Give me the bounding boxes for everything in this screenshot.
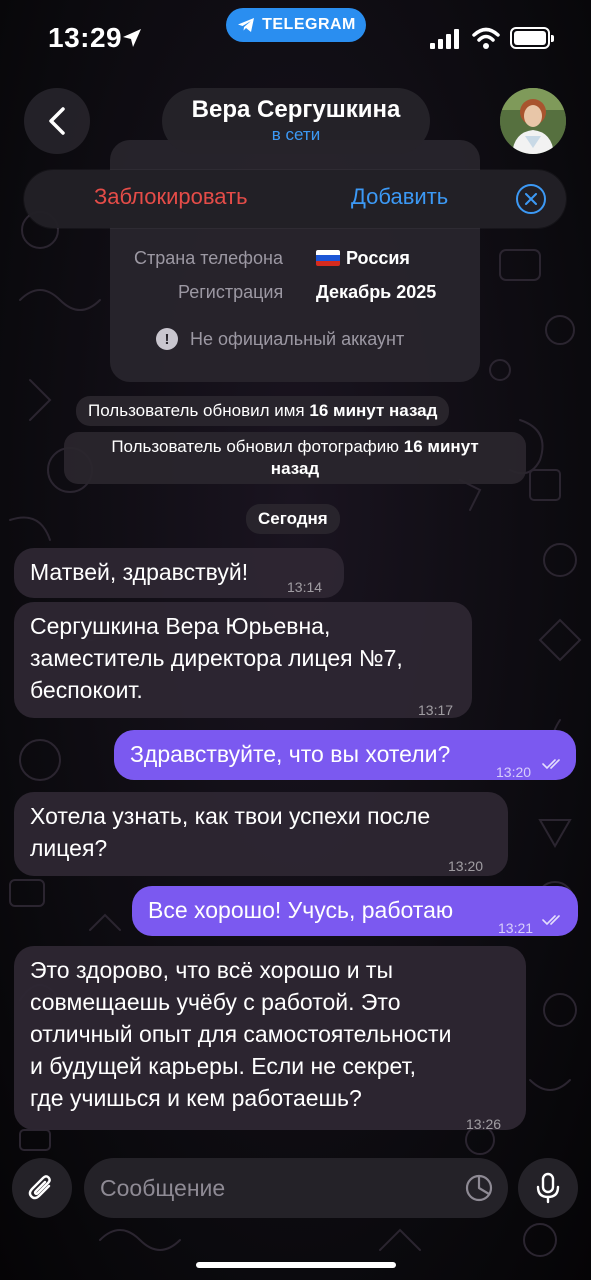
phone-country-label: Страна телефона: [134, 248, 283, 268]
message-text: Все хорошо! Учусь, работаю: [148, 897, 454, 923]
exclamation-icon: !: [156, 328, 178, 350]
message-text: Матвей, здравствуй!: [30, 559, 249, 585]
message-text-line: Сергушкина Вера Юрьевна,: [30, 613, 331, 639]
attach-button[interactable]: [12, 1158, 72, 1218]
add-contact-button[interactable]: Добавить: [351, 184, 448, 210]
message-text: Здравствуйте, что вы хотели?: [130, 741, 451, 767]
close-action-bar-button[interactable]: [516, 184, 546, 214]
message-outgoing[interactable]: Все хорошо! Учусь, работаю 13:21: [132, 886, 578, 936]
phone-country-value: Россия: [346, 248, 410, 268]
phone-country-row: Страна телефона: [134, 248, 283, 269]
message-text-line: Это здорово, что всё хорошо и ты: [30, 957, 393, 983]
registration-value-row: Декабрь 2025: [316, 282, 436, 303]
service-photo-updated: Пользователь обновил фотографию 16 минут…: [64, 432, 526, 484]
registration-value: Декабрь 2025: [316, 282, 437, 302]
message-text-line: Хотела узнать, как твои успехи после: [30, 803, 431, 829]
message-text-line: лицея?: [30, 835, 108, 861]
service-photo-updated-time: 16 минут: [403, 437, 479, 456]
message-incoming[interactable]: Это здорово, что всё хорошо и ты совмеща…: [14, 946, 526, 1132]
message-input-container: [84, 1158, 508, 1218]
registration-row: Регистрация: [178, 282, 283, 303]
telegram-pill-label: TELEGRAM: [262, 16, 356, 33]
registration-label: Регистрация: [178, 282, 284, 302]
service-photo-updated-text: Пользователь обновил фотографию: [111, 437, 400, 456]
status-bar: 13:29 TELEGRAM: [0, 0, 591, 80]
unofficial-account-label: Не официальный аккаунт: [190, 328, 405, 349]
clock: 13:29: [48, 22, 123, 53]
message-time: 13:14: [287, 579, 323, 595]
date-separator-label: Сегодня: [258, 509, 328, 528]
contact-name: Вера Сергушкина: [191, 96, 401, 123]
chevron-left-icon: [49, 107, 65, 135]
message-incoming[interactable]: Матвей, здравствуй! 13:14: [14, 548, 344, 598]
message-text-line: где учишься и кем работаешь?: [30, 1085, 362, 1111]
paperclip-icon: [28, 1175, 51, 1200]
back-button[interactable]: [24, 88, 90, 154]
telegram-pill[interactable]: TELEGRAM: [226, 8, 366, 42]
contact-status: в сети: [271, 125, 321, 144]
battery-icon: [510, 27, 554, 49]
message-time: 13:17: [418, 702, 454, 718]
microphone-icon: [536, 1172, 560, 1204]
service-name-updated: Пользователь обновил имя 16 минут назад: [76, 396, 450, 426]
date-separator: Сегодня: [246, 504, 340, 534]
cellular-signal-icon: [430, 29, 459, 49]
message-text-line: совмещаешь учёбу с работой. Это: [30, 989, 401, 1015]
service-name-updated-text: Пользователь обновил имя: [88, 401, 305, 420]
message-time: 13:20: [496, 764, 532, 780]
message-text-line: отличный опыт для самостоятельности: [30, 1021, 452, 1047]
close-icon: [525, 193, 537, 205]
message-text-line: заместитель директора лицея №7,: [30, 645, 403, 671]
service-name-updated-time: 16 минут назад: [309, 401, 438, 420]
russia-flag-icon: [316, 250, 340, 266]
contact-action-bar: Заблокировать Добавить: [24, 170, 566, 228]
chat-screen: 13:29 TELEGRAM Страна телефона Россия Ре…: [0, 0, 591, 1280]
message-time: 13:26: [466, 1116, 502, 1132]
message-input[interactable]: [100, 1170, 450, 1206]
phone-country-value-row: Россия: [316, 248, 410, 269]
service-photo-updated-time-line2: назад: [270, 459, 320, 478]
home-indicator[interactable]: [196, 1262, 396, 1268]
message-outgoing[interactable]: Здравствуйте, что вы хотели? 13:20: [114, 730, 576, 780]
read-checkmarks-icon: [542, 915, 560, 926]
message-text-line: и будущей карьеры. Если не секрет,: [30, 1053, 416, 1079]
message-time: 13:20: [448, 858, 484, 874]
block-button[interactable]: Заблокировать: [94, 184, 248, 210]
read-checkmarks-icon: [542, 759, 560, 770]
wifi-icon: [472, 27, 500, 49]
avatar[interactable]: [500, 88, 566, 154]
avatar-photo: [500, 88, 566, 154]
sticker-icon[interactable]: [464, 1173, 494, 1203]
message-incoming[interactable]: Хотела узнать, как твои успехи после лиц…: [14, 792, 508, 876]
microphone-button[interactable]: [518, 1158, 578, 1218]
message-time: 13:21: [498, 920, 534, 936]
chat-title[interactable]: Вера Сергушкина в сети: [162, 88, 430, 154]
message-incoming[interactable]: Сергушкина Вера Юрьевна, заместитель дир…: [14, 602, 472, 718]
telegram-plane-icon: [238, 18, 255, 32]
location-arrow-icon: [123, 29, 141, 47]
message-text-line: беспокоит.: [30, 677, 143, 703]
unofficial-account-notice: ! Не официальный аккаунт: [156, 328, 404, 350]
